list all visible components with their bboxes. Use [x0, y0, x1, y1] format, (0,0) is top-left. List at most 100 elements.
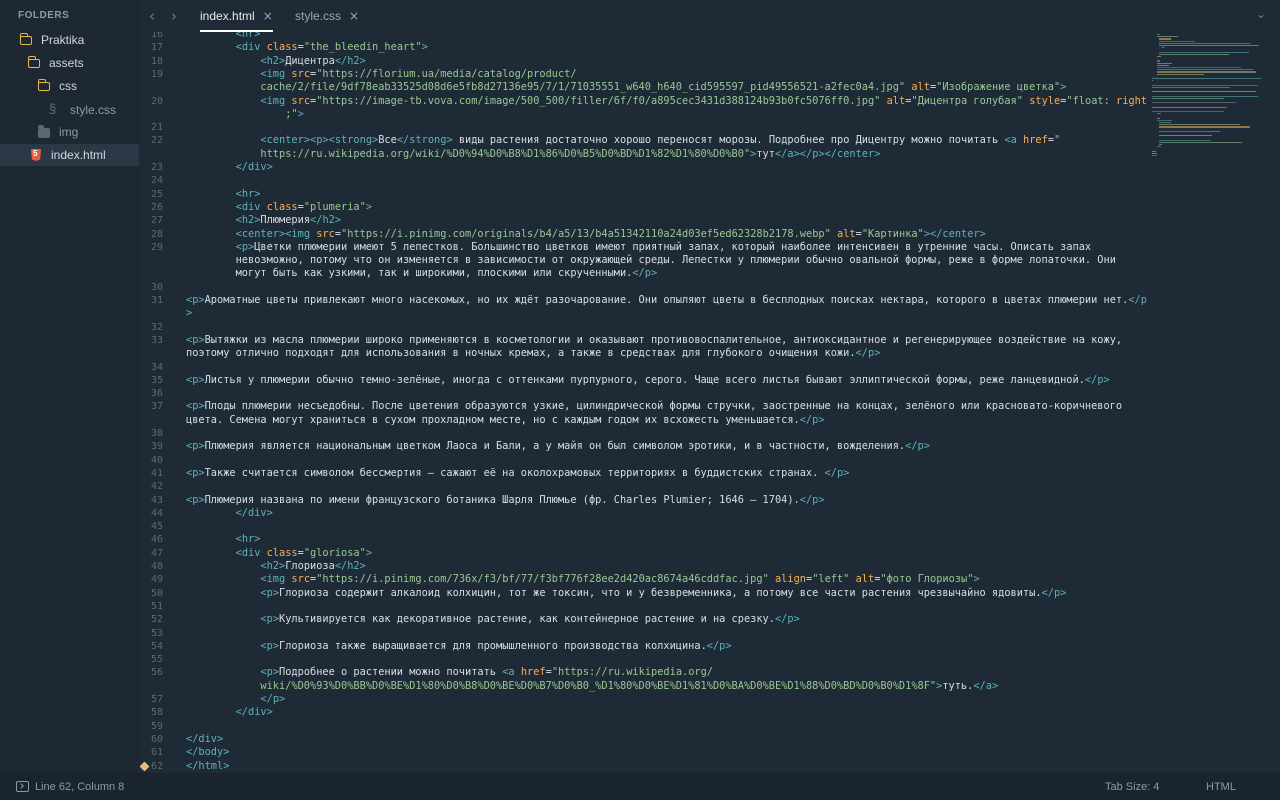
- code-line[interactable]: cache/2/file/9df78eab33525d08d6e5fb8d271…: [186, 81, 1066, 94]
- folder-open-icon: [27, 56, 42, 69]
- css-file-icon: §: [49, 101, 57, 116]
- line-number: 29: [150, 241, 163, 253]
- minimap-line: [1152, 80, 1153, 82]
- line-number: 32: [150, 321, 163, 333]
- code-line[interactable]: <p>Плоды плюмерии несъедобны. После цвет…: [186, 400, 1122, 413]
- code-line[interactable]: <p>Вытяжки из масла плюмерии широко прим…: [186, 334, 1122, 347]
- line-number: 41: [150, 467, 163, 479]
- code-line[interactable]: поэтому отлично подходят для использован…: [186, 347, 880, 360]
- tab-size[interactable]: Tab Size: 4: [1105, 781, 1159, 793]
- code-line[interactable]: <center><img src="https://i.pinimg.com/o…: [186, 228, 986, 241]
- code-line[interactable]: <p>Глориоза также выращивается для промы…: [186, 640, 731, 653]
- minimap-line: [1152, 84, 1258, 86]
- code-line[interactable]: wiki/%D0%93%D0%BB%D0%BE%D1%80%D0%B8%D0%B…: [186, 680, 998, 693]
- code-line[interactable]: <h2>Глориоза</h2>: [186, 560, 365, 573]
- cursor-position[interactable]: Line 62, Column 8: [35, 781, 124, 793]
- sidebar-item-label: Praktika: [41, 33, 85, 47]
- line-number: 34: [150, 361, 163, 373]
- code-line[interactable]: <div class="plumeria">: [186, 201, 372, 214]
- code-line[interactable]: <img src="https://i.pinimg.com/736x/f3/b…: [186, 573, 979, 586]
- code-line[interactable]: <p>Плюмерия является национальным цветко…: [186, 440, 930, 453]
- sidebar-item-assets[interactable]: assets: [27, 52, 84, 74]
- status-bar: Line 62, Column 8 Tab Size: 4 HTML: [0, 773, 1280, 800]
- minimap-line: [1152, 155, 1157, 157]
- code-line[interactable]: <p>Листья у плюмерии обычно темно-зелёны…: [186, 374, 1110, 387]
- code-line[interactable]: <hr>: [186, 533, 261, 546]
- line-number: 61: [150, 747, 163, 759]
- code-line[interactable]: </p>: [186, 693, 285, 706]
- minimap[interactable]: [1150, 32, 1270, 162]
- minimap-line: [1159, 51, 1250, 53]
- line-number: 58: [150, 707, 163, 719]
- code-line[interactable]: <h2>Плюмерия</h2>: [186, 214, 341, 227]
- minimap-line: [1156, 56, 1161, 58]
- tab-bar: ‹ › index.html × style.css × ⌄: [139, 0, 1280, 32]
- tab-label: style.css: [295, 9, 342, 23]
- sidebar-item-index-html[interactable]: index.html: [0, 144, 139, 166]
- line-number: 60: [150, 733, 163, 745]
- code-line[interactable]: <p>Плюмерия названа по имени французског…: [186, 494, 825, 507]
- code-line[interactable]: </div>: [186, 733, 223, 746]
- code-line[interactable]: https://ru.wikipedia.org/wiki/%D0%94%D0%…: [186, 148, 880, 161]
- folder-open-icon: [19, 33, 34, 46]
- code-line[interactable]: <p>Ароматные цветы привлекают много насе…: [186, 294, 1147, 307]
- code-line[interactable]: <div class="gloriosa">: [186, 547, 372, 560]
- code-line[interactable]: <div class="the_bleedin_heart">: [186, 41, 428, 54]
- line-number: 23: [150, 162, 163, 173]
- minimap-line: [1156, 73, 1205, 75]
- sidebar-item-label: assets: [49, 56, 84, 70]
- console-icon[interactable]: [16, 781, 29, 792]
- code-line[interactable]: >: [186, 307, 192, 320]
- code-line[interactable]: </div>: [186, 161, 273, 174]
- code-editor[interactable]: 16 <hr> 17 <div class="the_bleedin_heart"…: [139, 32, 1149, 773]
- sidebar-item-img[interactable]: img: [38, 121, 78, 143]
- tab-index-html[interactable]: index.html ×: [200, 0, 273, 32]
- code-line[interactable]: невозможно, потому что он изменяется в з…: [186, 254, 1116, 267]
- code-line[interactable]: <p>Культивируется как декоративное расте…: [186, 613, 799, 626]
- sidebar-item-praktika[interactable]: Praktika: [19, 29, 85, 51]
- html5-icon: [30, 149, 44, 161]
- code-line[interactable]: </div>: [186, 507, 273, 520]
- code-line[interactable]: <p>Также считается символом бессмертия –…: [186, 467, 849, 480]
- chevron-down-icon[interactable]: ⌄: [1256, 7, 1266, 21]
- line-number: 44: [150, 507, 163, 519]
- code-line[interactable]: </div>: [186, 706, 273, 719]
- code-line[interactable]: <h2>Дицентра</h2>: [186, 55, 365, 68]
- line-number: 46: [150, 534, 163, 546]
- line-number: 53: [150, 627, 163, 639]
- minimap-line: [1156, 36, 1179, 38]
- line-number: 55: [150, 654, 163, 666]
- code-line[interactable]: цвета. Семена могут храниться в сухом пр…: [186, 414, 825, 427]
- syntax-mode[interactable]: HTML: [1206, 781, 1236, 793]
- code-line[interactable]: <p>Цветки плюмерии имеют 5 лепестков. Бо…: [186, 241, 1092, 254]
- code-line[interactable]: <p>Глориоза содержит алкалоид колхицин, …: [186, 587, 1066, 600]
- minimap-line: [1159, 141, 1243, 144]
- line-number: 27: [150, 215, 163, 227]
- code-line[interactable]: ;">: [186, 108, 304, 121]
- code-line[interactable]: </body>: [186, 746, 229, 759]
- close-icon[interactable]: ×: [349, 9, 359, 23]
- close-icon[interactable]: ×: [263, 9, 273, 23]
- code-line[interactable]: </html>: [186, 760, 229, 773]
- code-line[interactable]: <img src="https://image-tb.vova.com/imag…: [186, 95, 1147, 108]
- line-number: 52: [150, 614, 163, 626]
- code-line[interactable]: <hr>: [186, 188, 261, 201]
- code-line[interactable]: <center><p><strong>Все</strong> виды рас…: [186, 134, 1060, 147]
- back-arrow-icon[interactable]: ‹: [149, 7, 155, 25]
- code-line[interactable]: могут быть как узкими, так и широкими, п…: [186, 267, 658, 280]
- code-line[interactable]: <hr>: [186, 32, 261, 41]
- line-number: 16: [150, 32, 163, 40]
- line-number: 42: [150, 481, 163, 493]
- line-number: 51: [150, 600, 163, 612]
- code-line[interactable]: <img src="https://florium.ua/media/catal…: [186, 68, 576, 81]
- minimap-line: [1152, 152, 1157, 155]
- sidebar-item-label: img: [59, 125, 79, 139]
- line-number: 47: [150, 547, 163, 559]
- code-line[interactable]: <p>Подробнее о растении можно почитать <…: [186, 666, 713, 679]
- line-number: 35: [150, 374, 163, 386]
- forward-arrow-icon[interactable]: ›: [171, 7, 177, 25]
- minimap-line: [1156, 62, 1173, 64]
- tab-style-css[interactable]: style.css ×: [295, 0, 359, 32]
- sidebar-item-css[interactable]: css: [37, 75, 77, 97]
- sidebar-item-style-css[interactable]: § style.css: [49, 99, 116, 121]
